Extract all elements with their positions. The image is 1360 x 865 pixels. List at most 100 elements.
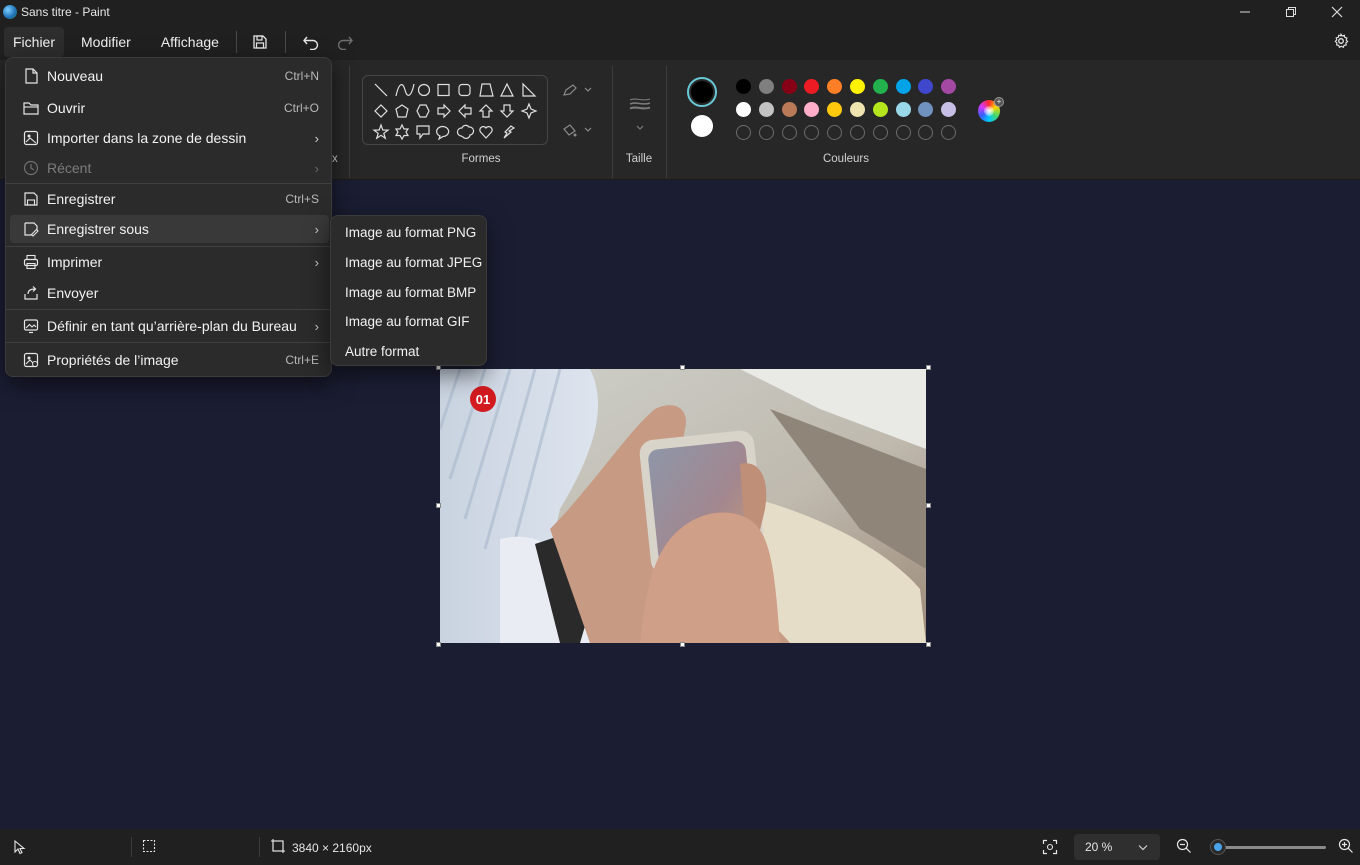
lightning-shape-icon[interactable] bbox=[503, 125, 516, 139]
close-button[interactable] bbox=[1314, 0, 1360, 24]
submenu-item-jpeg[interactable]: Image au format JPEG bbox=[335, 248, 483, 276]
color-swatch[interactable] bbox=[895, 102, 911, 117]
selection-size-button[interactable] bbox=[142, 839, 160, 857]
line-shape-icon[interactable] bbox=[374, 83, 388, 97]
rounded-rectangle-shape-icon[interactable] bbox=[458, 83, 471, 97]
secondary-color-button[interactable] bbox=[691, 115, 713, 137]
zoom-out-button[interactable] bbox=[1176, 838, 1194, 856]
redo-button[interactable] bbox=[328, 27, 362, 57]
resize-handle-left[interactable] bbox=[436, 503, 441, 508]
custom-color-slot[interactable] bbox=[941, 125, 957, 140]
color-swatch[interactable] bbox=[804, 79, 820, 94]
color-swatch[interactable] bbox=[781, 102, 797, 117]
color-swatch[interactable] bbox=[918, 79, 934, 94]
color-swatch[interactable] bbox=[941, 79, 957, 94]
custom-color-slot[interactable] bbox=[872, 125, 888, 140]
cloud-callout-shape-icon[interactable] bbox=[456, 124, 475, 139]
zoom-in-button[interactable] bbox=[1338, 838, 1356, 856]
four-point-star-shape-icon[interactable] bbox=[520, 102, 538, 120]
menu-item-imprimer[interactable]: Imprimer › bbox=[10, 248, 329, 276]
minimize-button[interactable] bbox=[1222, 0, 1268, 24]
menu-item-envoyer[interactable]: Envoyer bbox=[10, 279, 329, 307]
restore-button[interactable] bbox=[1268, 0, 1314, 24]
left-arrow-shape-icon[interactable] bbox=[458, 103, 472, 119]
menu-affichage[interactable]: Affichage bbox=[152, 27, 228, 57]
canvas-image[interactable]: 01 bbox=[440, 369, 926, 643]
resize-handle-bottom[interactable] bbox=[680, 642, 685, 647]
diamond-shape-icon[interactable] bbox=[374, 104, 388, 118]
custom-color-slot[interactable] bbox=[850, 125, 865, 140]
six-point-star-shape-icon[interactable] bbox=[394, 123, 410, 141]
menu-fichier[interactable]: Fichier bbox=[4, 27, 65, 57]
rectangular-callout-shape-icon[interactable] bbox=[416, 125, 430, 140]
color-swatch[interactable] bbox=[804, 102, 820, 117]
fill-dropdown-button[interactable] bbox=[560, 118, 596, 142]
color-swatch[interactable] bbox=[758, 79, 774, 94]
color-swatch[interactable] bbox=[827, 79, 843, 94]
save-button[interactable] bbox=[243, 27, 277, 57]
color-swatch[interactable] bbox=[736, 79, 751, 94]
submenu-item-bmp[interactable]: Image au format BMP bbox=[335, 278, 483, 306]
right-triangle-shape-icon[interactable] bbox=[522, 82, 537, 97]
oval-shape-icon[interactable] bbox=[417, 83, 431, 97]
curve-shape-icon[interactable] bbox=[395, 83, 415, 97]
zoom-level-dropdown[interactable]: 20 % bbox=[1074, 834, 1160, 860]
menu-item-recent[interactable]: Récent › bbox=[10, 154, 329, 182]
fit-to-window-button[interactable] bbox=[1042, 839, 1060, 857]
custom-color-slot[interactable] bbox=[758, 125, 774, 140]
resize-handle-top[interactable] bbox=[680, 365, 685, 370]
custom-color-slot[interactable] bbox=[918, 125, 934, 140]
menu-item-arriere-plan[interactable]: Définir en tant qu’arrière-plan du Burea… bbox=[10, 312, 329, 340]
custom-color-slot[interactable] bbox=[827, 125, 843, 140]
five-point-star-shape-icon[interactable] bbox=[372, 123, 390, 140]
up-arrow-shape-icon[interactable] bbox=[478, 104, 494, 118]
color-swatch[interactable] bbox=[941, 102, 957, 117]
undo-button[interactable] bbox=[294, 27, 328, 57]
triangle-shape-icon[interactable] bbox=[500, 82, 514, 97]
resize-handle-top-right[interactable] bbox=[926, 365, 931, 370]
menu-item-proprietes[interactable]: Propriétés de l’image Ctrl+E bbox=[10, 346, 329, 374]
settings-button[interactable] bbox=[1330, 30, 1352, 52]
right-arrow-shape-icon[interactable] bbox=[437, 103, 451, 119]
primary-color-button[interactable] bbox=[687, 77, 717, 107]
pointer-position-button[interactable] bbox=[12, 839, 30, 857]
hexagon-shape-icon[interactable] bbox=[416, 104, 430, 118]
color-swatch[interactable] bbox=[850, 102, 865, 117]
submenu-item-png[interactable]: Image au format PNG bbox=[335, 218, 483, 246]
custom-color-slot[interactable] bbox=[804, 125, 820, 140]
pentagon-shape-icon[interactable] bbox=[395, 104, 409, 118]
zoom-slider-track[interactable] bbox=[1212, 846, 1326, 849]
menu-modifier[interactable]: Modifier bbox=[72, 27, 140, 57]
size-dropdown-button[interactable] bbox=[622, 88, 658, 136]
polygon-shape-icon[interactable] bbox=[479, 83, 494, 97]
resize-handle-right[interactable] bbox=[926, 503, 931, 508]
edit-colors-button[interactable]: + bbox=[978, 97, 1004, 122]
color-swatch[interactable] bbox=[850, 79, 865, 94]
color-swatch[interactable] bbox=[736, 102, 751, 117]
oval-callout-shape-icon[interactable] bbox=[436, 125, 450, 141]
color-swatch[interactable] bbox=[758, 102, 774, 117]
color-swatch[interactable] bbox=[872, 79, 888, 94]
menu-item-nouveau[interactable]: Nouveau Ctrl+N bbox=[10, 62, 329, 90]
color-swatch[interactable] bbox=[827, 102, 843, 117]
outline-dropdown-button[interactable] bbox=[560, 78, 596, 102]
heart-shape-icon[interactable] bbox=[479, 126, 493, 139]
submenu-item-gif[interactable]: Image au format GIF bbox=[335, 307, 483, 335]
custom-color-slot[interactable] bbox=[781, 125, 797, 140]
color-swatch[interactable] bbox=[895, 79, 911, 94]
menu-item-importer[interactable]: Importer dans la zone de dessin › bbox=[10, 124, 329, 152]
rectangle-shape-icon[interactable] bbox=[437, 83, 450, 97]
menu-item-ouvrir[interactable]: Ouvrir Ctrl+O bbox=[10, 94, 329, 122]
menu-item-enregistrer[interactable]: Enregistrer Ctrl+S bbox=[10, 185, 329, 213]
submenu-item-autre-format[interactable]: Autre format bbox=[335, 337, 483, 365]
resize-handle-bottom-right[interactable] bbox=[926, 642, 931, 647]
resize-handle-bottom-left[interactable] bbox=[436, 642, 441, 647]
menu-item-enregistrer-sous[interactable]: Enregistrer sous › bbox=[10, 215, 329, 243]
color-swatch[interactable] bbox=[918, 102, 934, 117]
custom-color-slot[interactable] bbox=[736, 125, 751, 140]
color-swatch[interactable] bbox=[872, 102, 888, 117]
zoom-slider-thumb[interactable] bbox=[1210, 840, 1225, 854]
color-swatch[interactable] bbox=[781, 79, 797, 94]
down-arrow-shape-icon[interactable] bbox=[499, 104, 515, 118]
custom-color-slot[interactable] bbox=[895, 125, 911, 140]
